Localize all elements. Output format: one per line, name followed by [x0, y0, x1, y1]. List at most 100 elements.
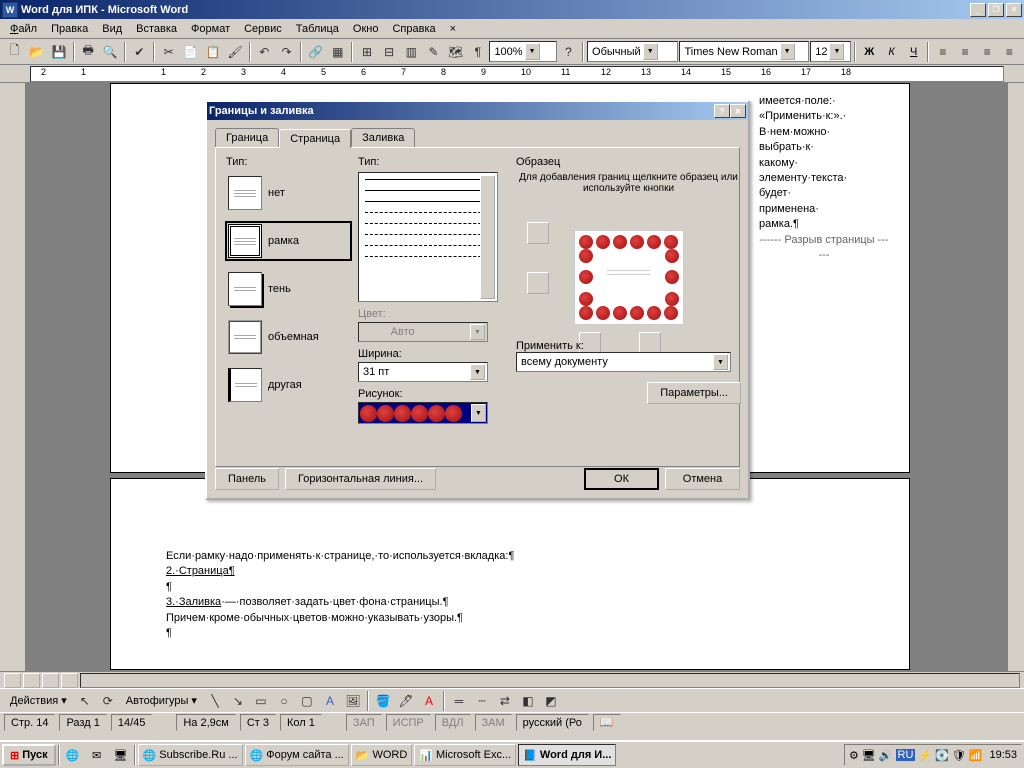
align-right-button[interactable]: ≡ — [977, 41, 998, 63]
fill-color-button[interactable]: 🪣 — [372, 690, 394, 712]
rotate-button[interactable]: ⟳ — [97, 690, 119, 712]
task-subscribe[interactable]: 🌐 Subscribe.Ru ... — [138, 744, 243, 766]
spell-button[interactable]: ✔ — [129, 41, 150, 63]
quick-ie-icon[interactable]: 🌐 — [62, 744, 84, 766]
minimize-button[interactable]: _ — [970, 3, 986, 17]
task-word-folder[interactable]: 📂 WORD — [351, 744, 413, 766]
horizontal-ruler[interactable]: 2 1 1 2 3 4 5 6 7 8 9 10 11 12 13 14 15 … — [0, 65, 1024, 83]
start-button[interactable]: ⊞ Пуск — [2, 744, 56, 766]
task-excel[interactable]: 📊 Microsoft Exc... — [414, 744, 516, 766]
menu-close-doc[interactable]: × — [444, 21, 462, 37]
system-tray[interactable]: ⚙ 🖥 🔊 RU ⚡ 💽 🛡 📶 19:53 — [844, 744, 1022, 766]
align-center-button[interactable]: ≡ — [954, 41, 975, 63]
arrow-button[interactable]: ↘ — [227, 690, 249, 712]
status-ovr[interactable]: ЗАМ — [475, 714, 512, 731]
hyperlink-button[interactable]: 🔗 — [305, 41, 326, 63]
ok-button[interactable]: ОК — [584, 468, 659, 490]
tables-button[interactable]: ▦ — [327, 41, 348, 63]
horizontal-scrollbar[interactable] — [80, 673, 1020, 688]
clipart-button[interactable]: 🖼 — [342, 690, 364, 712]
show-marks-button[interactable]: ¶ — [467, 41, 488, 63]
columns-button[interactable]: ▥ — [401, 41, 422, 63]
zoom-combo[interactable]: 100%▼ — [489, 41, 556, 62]
apply-to-combo[interactable]: всему документу▼ — [516, 352, 731, 372]
tab-border[interactable]: Граница — [215, 128, 279, 147]
open-button[interactable]: 📂 — [26, 41, 47, 63]
italic-button[interactable]: К — [881, 41, 902, 63]
status-book-icon[interactable]: 📖 — [593, 714, 621, 731]
tray-icon[interactable]: 💽 — [935, 749, 949, 762]
preview-page[interactable] — [574, 230, 684, 325]
format-painter-button[interactable]: 🖌 — [225, 41, 246, 63]
3d-button[interactable]: ◩ — [540, 690, 562, 712]
status-ext[interactable]: ВДЛ — [435, 714, 471, 731]
font-color-button[interactable]: A — [418, 690, 440, 712]
tray-icon[interactable]: ⚡ — [918, 749, 932, 762]
menu-help[interactable]: Справка — [386, 21, 441, 37]
cancel-button[interactable]: Отмена — [665, 468, 740, 490]
color-combo[interactable]: Авто▼ — [358, 322, 488, 342]
rect-button[interactable]: ▭ — [250, 690, 272, 712]
print-button[interactable]: 🖶 — [78, 41, 99, 63]
horizontal-line-button[interactable]: Горизонтальная линия... — [285, 468, 436, 490]
shadow-button[interactable]: ◧ — [517, 690, 539, 712]
line-style-button[interactable]: ═ — [448, 690, 470, 712]
bold-button[interactable]: Ж — [859, 41, 880, 63]
menu-tools[interactable]: Сервис — [238, 21, 288, 37]
status-lang[interactable]: русский (Ро — [516, 714, 589, 731]
tab-page[interactable]: Страница — [279, 129, 351, 148]
print-view-button[interactable] — [42, 673, 59, 688]
options-button[interactable]: Параметры... — [647, 382, 741, 404]
outline-view-button[interactable] — [61, 673, 78, 688]
cut-button[interactable]: ✂ — [158, 41, 179, 63]
tray-clock[interactable]: 19:53 — [989, 749, 1017, 761]
show-toolbar-button[interactable]: Панель — [215, 468, 279, 490]
menu-window[interactable]: Окно — [347, 21, 385, 37]
vertical-scrollbar[interactable] — [1007, 83, 1024, 671]
quick-oe-icon[interactable]: ✉ — [86, 744, 108, 766]
save-button[interactable]: 💾 — [48, 41, 69, 63]
drawing-button[interactable]: ✎ — [423, 41, 444, 63]
menu-file[interactable]: Файл — [4, 21, 43, 37]
draw-actions-menu[interactable]: Действия ▾ — [4, 692, 73, 709]
menu-table[interactable]: Таблица — [290, 21, 345, 37]
menu-edit[interactable]: Правка — [45, 21, 94, 37]
textbox-button[interactable]: ▢ — [296, 690, 318, 712]
border-top-toggle[interactable] — [527, 222, 549, 244]
tray-icon[interactable]: 📶 — [969, 749, 983, 762]
status-trk[interactable]: ИСПР — [386, 714, 431, 731]
wordart-button[interactable]: A — [319, 690, 341, 712]
type-none[interactable]: нет — [226, 174, 351, 212]
menu-format[interactable]: Формат — [185, 21, 236, 37]
vertical-ruler[interactable] — [0, 83, 26, 671]
docmap-button[interactable]: 🗺 — [445, 41, 466, 63]
close-button[interactable]: ✕ — [1006, 3, 1022, 17]
align-left-button[interactable]: ≡ — [932, 41, 953, 63]
border-bottom-toggle[interactable] — [527, 272, 549, 294]
tray-icon[interactable]: 🔊 — [879, 749, 893, 762]
align-justify-button[interactable]: ≡ — [999, 41, 1020, 63]
undo-button[interactable]: ↶ — [254, 41, 275, 63]
table-insert-button[interactable]: ⊞ — [356, 41, 377, 63]
excel-button[interactable]: ⊟ — [379, 41, 400, 63]
font-combo[interactable]: Times New Roman▼ — [679, 41, 809, 62]
redo-button[interactable]: ↷ — [276, 41, 297, 63]
quick-desktop-icon[interactable]: 🖥 — [110, 744, 132, 766]
tab-fill[interactable]: Заливка — [351, 128, 415, 147]
dialog-close-button[interactable]: ✕ — [730, 104, 746, 118]
width-combo[interactable]: 31 пт▼ — [358, 362, 488, 382]
tray-lang-icon[interactable]: RU — [896, 749, 916, 761]
tray-icon[interactable]: 🖥 — [862, 749, 876, 762]
new-button[interactable]: 🗋 — [4, 41, 25, 63]
restore-button[interactable]: ❐ — [988, 3, 1004, 17]
tray-icon[interactable]: ⚙ — [849, 749, 859, 762]
task-word-doc[interactable]: 📘 Word для И... — [518, 744, 616, 766]
page-lower[interactable]: Если·рамку·надо·применять·к·странице,·то… — [110, 478, 910, 670]
arrow-style-button[interactable]: ⇄ — [494, 690, 516, 712]
art-combo[interactable]: ▼ — [358, 402, 488, 424]
menu-insert[interactable]: Вставка — [130, 21, 183, 37]
task-forum[interactable]: 🌐 Форум сайта ... — [245, 744, 349, 766]
type-box[interactable]: рамка — [226, 222, 351, 260]
dialog-titlebar[interactable]: Границы и заливка ? ✕ — [207, 102, 748, 120]
autoshapes-menu[interactable]: Автофигуры ▾ — [120, 692, 203, 709]
